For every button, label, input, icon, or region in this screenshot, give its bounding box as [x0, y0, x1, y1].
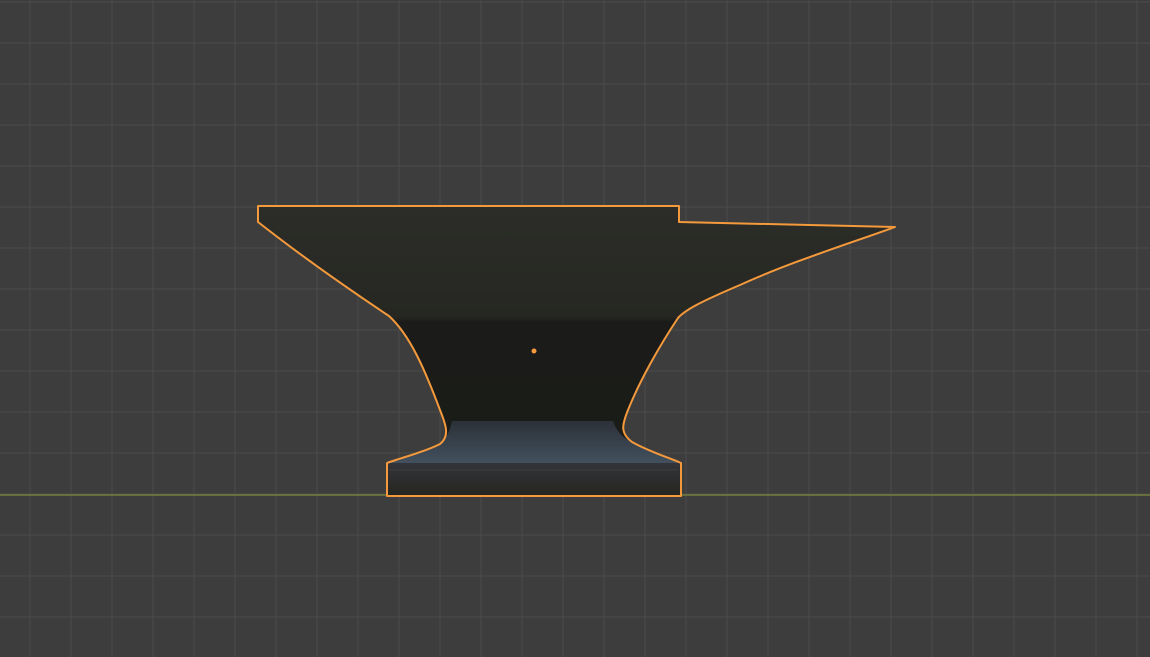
anvil-base: [387, 463, 681, 496]
object-origin-icon[interactable]: [531, 348, 537, 354]
anvil-step: [387, 421, 681, 463]
viewport-canvas: [0, 0, 1150, 657]
3d-viewport[interactable]: [0, 0, 1150, 657]
